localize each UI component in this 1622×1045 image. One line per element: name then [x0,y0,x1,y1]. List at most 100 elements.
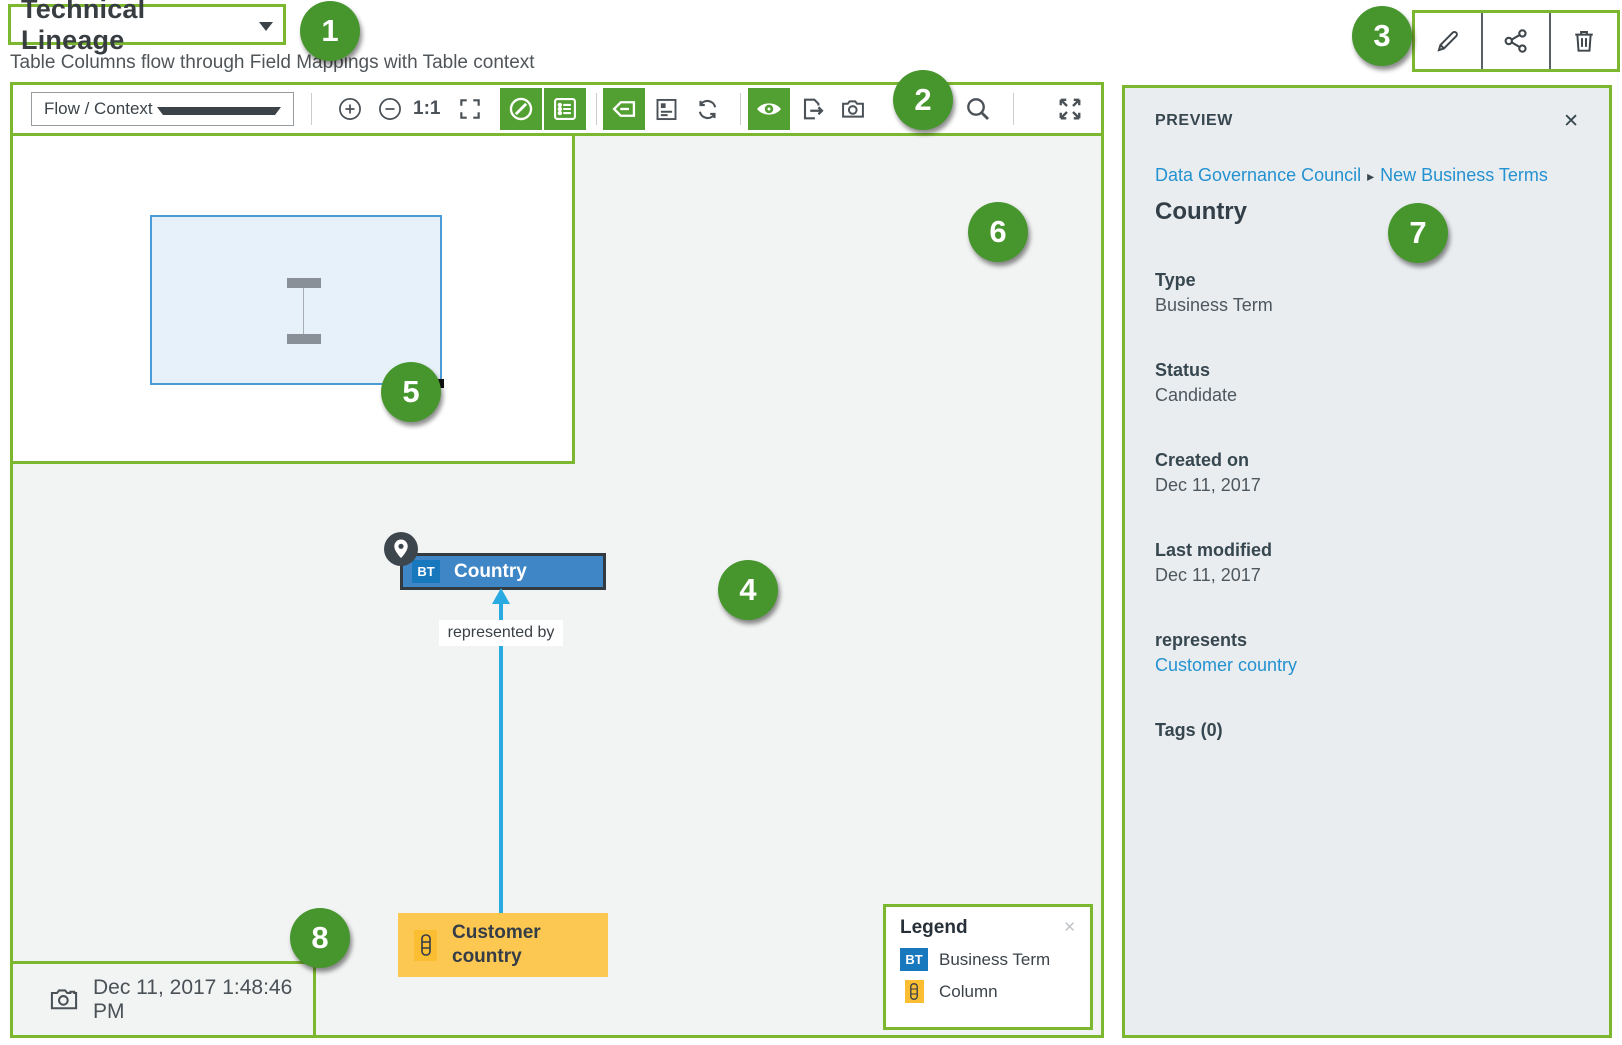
overview-minimap [10,133,575,464]
camera-icon [48,986,80,1014]
share-button[interactable] [1483,13,1549,69]
search-button[interactable] [965,96,991,122]
callout-8: 8 [290,908,350,968]
zoom-in-icon [337,96,363,122]
field-represents: represents Customer country [1155,630,1579,676]
represents-link[interactable]: Customer country [1155,655,1297,675]
breadcrumb-link-domain[interactable]: Data Governance Council [1155,165,1361,185]
legend-item-label: Business Term [939,950,1050,970]
camera-icon [839,95,867,123]
asset-title: Country [1155,198,1579,226]
callout-5: 5 [381,362,441,422]
node-label: Customer country [452,921,582,969]
view-selector-dropdown[interactable]: Flow / Context [31,92,294,126]
callout-4: 4 [718,560,778,620]
field-label: represents [1155,630,1579,651]
refresh-icon [694,96,721,123]
minimap-node [287,278,321,288]
asset-card-icon [653,96,680,123]
overview-button[interactable] [500,88,542,130]
eye-icon [754,94,784,124]
business-term-badge: BT [900,948,928,971]
column-icon [905,980,924,1003]
chevron-down-icon [157,107,282,115]
field-type: Type Business Term [1155,270,1579,316]
page-title: Technical Lineage [21,0,243,56]
chevron-down-icon [259,22,273,31]
legend-item-label: Column [939,982,998,1002]
field-value: Business Term [1155,295,1579,316]
field-label: Status [1155,360,1579,381]
zoom-out-icon [377,96,403,122]
field-created-on: Created on Dec 11, 2017 [1155,450,1579,496]
preview-title: PREVIEW [1155,112,1563,130]
asset-actions-box [1412,10,1620,72]
tag-icon [610,95,638,123]
location-pin-icon [383,531,419,567]
breadcrumb-link-community[interactable]: New Business Terms [1380,165,1548,185]
legend-panel: Legend ✕ BT Business Term Column [883,904,1093,1030]
zoom-out-button[interactable] [377,96,403,122]
asset-card-button[interactable] [653,96,679,122]
field-label: Last modified [1155,540,1579,561]
minimap-node [287,334,321,344]
field-status: Status Candidate [1155,360,1579,406]
delete-button[interactable] [1551,13,1617,69]
page-title-box[interactable]: Technical Lineage [8,4,286,45]
callout-6: 6 [968,202,1028,262]
trash-icon [1570,27,1598,55]
technical-lineage-page: Technical Lineage 1 Table Columns flow t… [0,0,1622,1045]
search-icon [964,95,992,123]
field-value: Dec 11, 2017 [1155,565,1579,586]
legend-item-business-term: BT Business Term [900,948,1076,971]
export-button[interactable] [799,96,825,122]
pencil-icon [1434,27,1462,55]
legend-close-icon[interactable]: ✕ [1063,917,1076,935]
snapshot-button[interactable] [840,96,866,122]
refresh-button[interactable] [694,96,720,122]
breadcrumb-separator-icon: ▸ [1361,168,1380,184]
fit-to-screen-icon [457,96,483,122]
expand-arrows-icon [1055,94,1085,124]
minimap-viewport-selection[interactable] [150,215,442,385]
node-column-customer-country[interactable]: Customer country [398,913,608,977]
legend-title: Legend [900,917,1063,939]
divider [311,93,312,125]
export-icon [798,95,826,123]
list-icon [551,95,579,123]
fit-to-screen-button[interactable] [457,96,483,122]
close-icon[interactable]: ✕ [1563,112,1579,131]
show-labels-button[interactable] [603,88,645,130]
snapshot-timestamp-box: Dec 11, 2017 1:48:46 PM [10,961,316,1038]
callout-2: 2 [893,70,953,130]
page-subtitle: Table Columns flow through Field Mapping… [10,52,535,74]
field-value: Candidate [1155,385,1579,406]
field-label: Tags (0) [1155,720,1579,741]
callout-7: 7 [1388,203,1448,263]
divider [596,93,597,125]
preview-panel: PREVIEW ✕ Data Governance Council▸New Bu… [1122,85,1612,1038]
zoom-in-button[interactable] [337,96,363,122]
field-label: Type [1155,270,1579,291]
node-label: Country [454,561,527,583]
compass-icon [507,95,535,123]
column-icon [414,930,437,961]
field-value: Dec 11, 2017 [1155,475,1579,496]
actual-size-button[interactable]: 1:1 [413,96,440,122]
node-business-term-country[interactable]: BT Country [400,553,606,590]
legend-item-column: Column [900,980,1076,1003]
layout-list-button[interactable] [544,88,586,130]
callout-3: 3 [1352,6,1412,66]
edit-button[interactable] [1415,13,1481,69]
view-selector-value: Flow / Context [44,99,157,119]
callout-1: 1 [300,1,360,61]
show-preview-button[interactable] [748,88,790,130]
snapshot-timestamp: Dec 11, 2017 1:48:46 PM [93,976,313,1024]
field-last-modified: Last modified Dec 11, 2017 [1155,540,1579,586]
edge-label: represented by [439,620,563,646]
lineage-workspace: Flow / Context 1:1 [10,82,1104,1038]
divider [1013,93,1014,125]
fullscreen-button[interactable] [1053,96,1087,122]
breadcrumb: Data Governance Council▸New Business Ter… [1155,162,1555,188]
lineage-canvas[interactable]: 5 BT Country 4 represented by [13,136,1101,1035]
